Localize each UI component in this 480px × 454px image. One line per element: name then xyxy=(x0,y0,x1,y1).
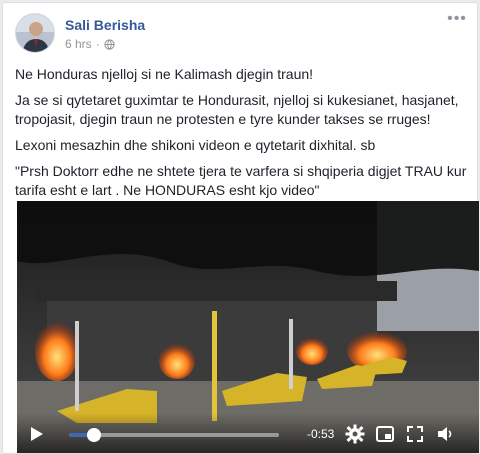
post-paragraph-3: Lexoni mesazhin dhe shikoni videon e qyt… xyxy=(15,137,376,153)
volume-icon[interactable] xyxy=(435,424,455,444)
fullscreen-icon[interactable] xyxy=(405,424,425,444)
post-paragraph-1: Ne Honduras njelloj si ne Kalimash djegi… xyxy=(15,66,314,82)
remaining-time: -0:53 xyxy=(307,427,335,441)
post-paragraph-2: Ja se si qytetaret guximtar te Hondurasi… xyxy=(15,92,459,127)
post-header: Sali Berisha 6 hrs · ••• xyxy=(15,11,467,59)
video-player[interactable]: -0:53 xyxy=(17,201,479,453)
video-controls: -0:53 xyxy=(17,413,479,453)
post-text: Ne Honduras njelloj si ne Kalimash djegi… xyxy=(15,65,467,207)
picture-in-picture-icon[interactable] xyxy=(375,424,395,444)
more-options-icon[interactable]: ••• xyxy=(447,11,467,31)
progress-bar[interactable] xyxy=(69,428,279,442)
post-card: Sali Berisha 6 hrs · ••• Ne Honduras nje… xyxy=(2,2,479,454)
post-timestamp[interactable]: 6 hrs xyxy=(65,37,92,51)
meta-separator: · xyxy=(95,37,100,51)
globe-icon xyxy=(104,38,115,50)
author-avatar[interactable] xyxy=(15,13,55,53)
author-name[interactable]: Sali Berisha xyxy=(65,17,145,33)
post-meta: 6 hrs · xyxy=(65,37,115,51)
progress-handle[interactable] xyxy=(87,428,102,442)
play-icon[interactable] xyxy=(31,427,43,441)
post-paragraph-4: "Prsh Doktorr edhe ne shtete tjera te va… xyxy=(15,163,467,198)
settings-gear-icon[interactable] xyxy=(345,424,365,444)
